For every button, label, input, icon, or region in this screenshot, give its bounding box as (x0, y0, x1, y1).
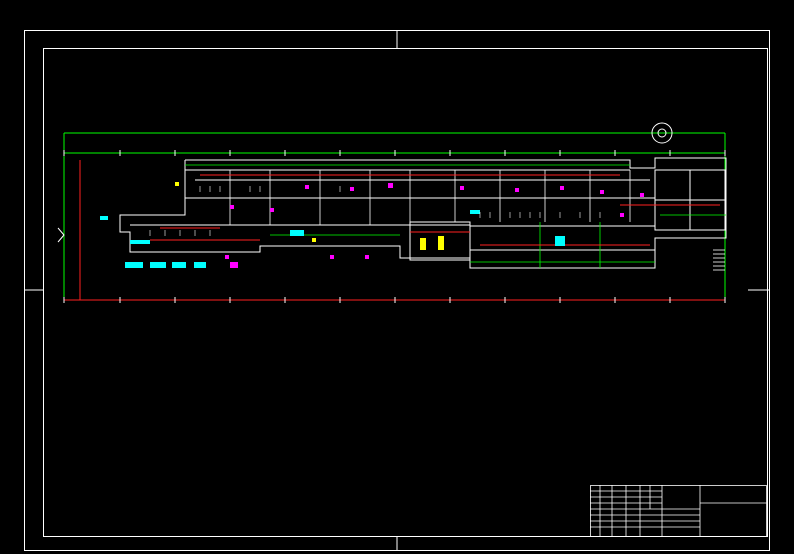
title-block (590, 485, 767, 537)
top-dimension-lines (63, 132, 726, 300)
red-equipment-lines (150, 174, 720, 246)
cad-drawing (24, 30, 770, 551)
centering-marks (24, 30, 770, 551)
left-section-marker (57, 227, 65, 243)
outer-frame (24, 30, 770, 551)
stair-icon (713, 249, 725, 271)
inner-border (43, 48, 768, 537)
bottom-dimension-lines (64, 160, 725, 301)
cyan-equipment (100, 210, 565, 268)
